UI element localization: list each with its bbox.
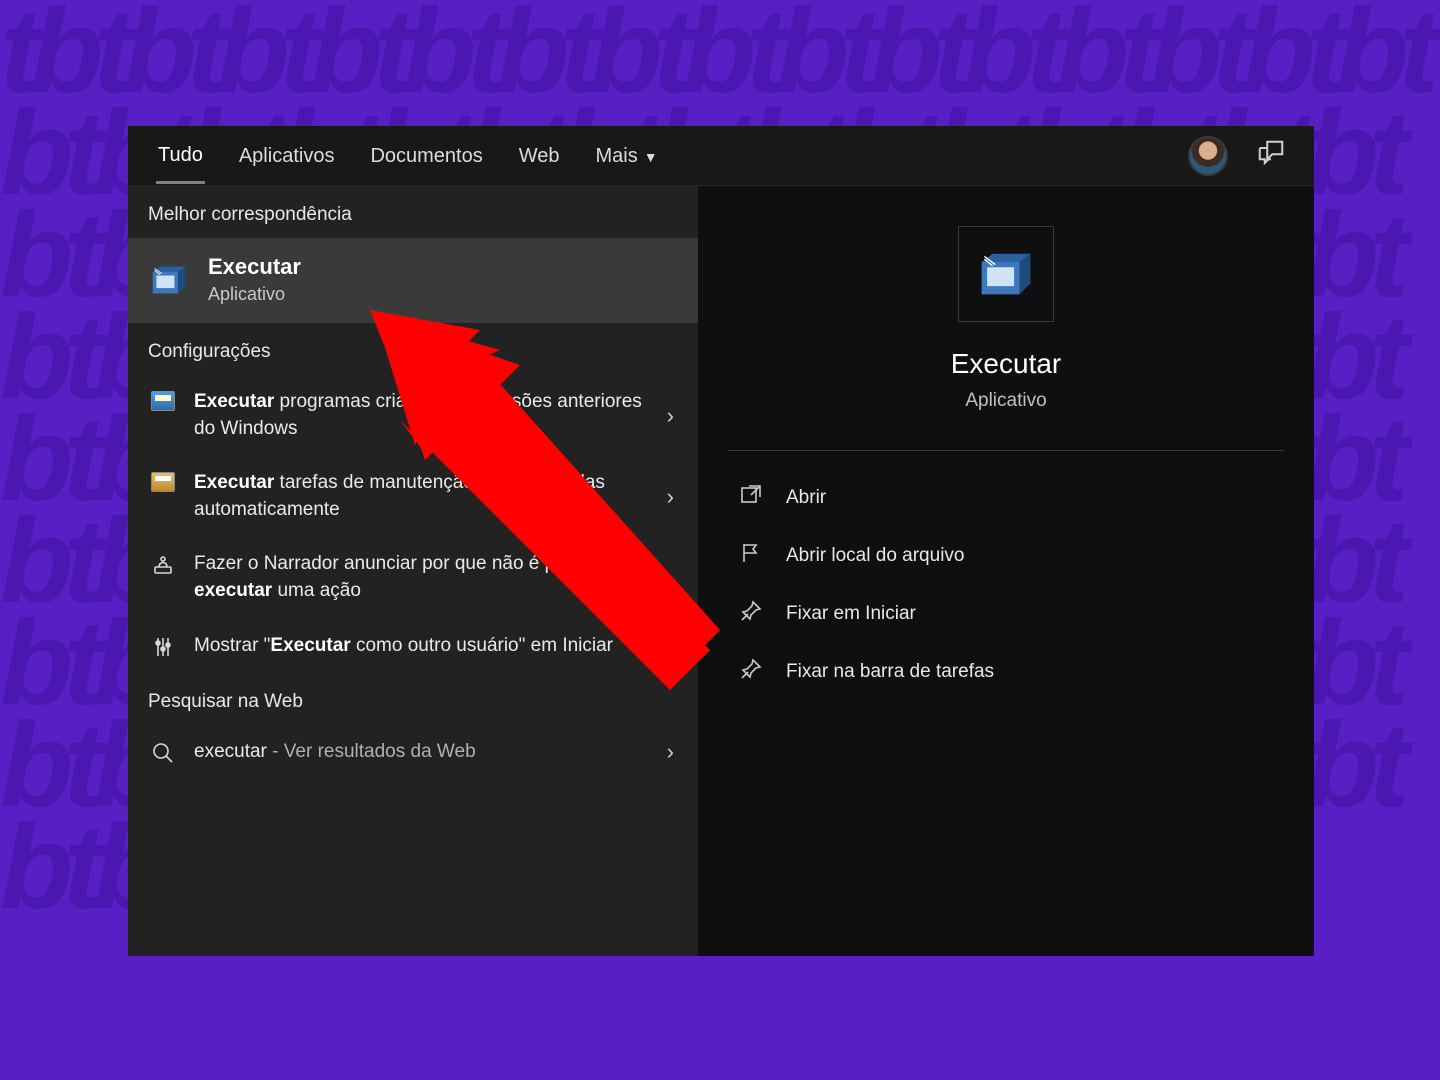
chevron-right-icon[interactable]: › (661, 633, 680, 659)
feedback-icon[interactable] (1256, 138, 1286, 173)
app-subtitle: Aplicativo (965, 390, 1046, 412)
user-avatar[interactable] (1188, 136, 1228, 176)
action-pin-start[interactable]: Fixar em Iniciar (728, 585, 1314, 643)
action-label: Fixar na barra de tarefas (786, 661, 994, 683)
action-label: Abrir (786, 487, 826, 509)
open-icon (738, 483, 764, 513)
chevron-right-icon[interactable]: › (661, 565, 680, 591)
settings-item-narrator[interactable]: Fazer o Narrador anunciar por que não é … (128, 537, 698, 618)
best-match-title: Executar (208, 254, 301, 280)
search-icon (148, 741, 178, 765)
chevron-right-icon[interactable]: › (661, 484, 680, 510)
action-label: Fixar em Iniciar (786, 603, 916, 625)
chevron-right-icon[interactable]: › (661, 739, 680, 765)
run-icon (148, 259, 190, 301)
action-label: Abrir local do arquivo (786, 545, 964, 567)
tab-aplicativos[interactable]: Aplicativos (237, 129, 337, 182)
chevron-right-icon[interactable]: › (661, 403, 680, 429)
narrator-icon (148, 553, 178, 577)
tab-web[interactable]: Web (517, 129, 562, 182)
tab-tudo[interactable]: Tudo (156, 128, 205, 184)
settings-item-label: Mostrar "Executar como outro usuário" em… (194, 633, 645, 660)
best-match-item[interactable]: Executar Aplicativo (128, 238, 698, 323)
app-title: Executar (951, 348, 1062, 380)
settings-item-compat[interactable]: Executar programas criados para versões … (128, 375, 698, 456)
action-pin-taskbar[interactable]: Fixar na barra de tarefas (728, 643, 1314, 701)
filter-tabs: Tudo Aplicativos Documentos Web Mais▼ (128, 126, 1314, 186)
web-search-item[interactable]: executar - Ver resultados da Web › (128, 725, 698, 780)
user-switch-icon (148, 635, 178, 659)
preview-panel: Executar Aplicativo Abrir Abrir local do… (698, 186, 1314, 956)
divider (728, 450, 1284, 451)
best-match-subtitle: Aplicativo (208, 284, 301, 305)
control-panel-icon (151, 391, 175, 411)
action-open[interactable]: Abrir (728, 469, 1314, 527)
maintenance-icon (151, 472, 175, 492)
tab-mais[interactable]: Mais▼ (594, 129, 660, 182)
web-search-label: executar - Ver resultados da Web (194, 739, 645, 766)
best-match-header: Melhor correspondência (128, 186, 698, 238)
action-open-location[interactable]: Abrir local do arquivo (728, 527, 1314, 585)
web-search-header: Pesquisar na Web (128, 673, 698, 725)
pin-icon (738, 657, 764, 687)
results-panel: Melhor correspondência Executar Aplicati… (128, 186, 698, 956)
folder-location-icon (738, 541, 764, 571)
settings-item-label: Executar programas criados para versões … (194, 389, 645, 442)
settings-item-maintenance[interactable]: Executar tarefas de manutenção recomenda… (128, 456, 698, 537)
settings-header: Configurações (128, 323, 698, 375)
settings-item-runas[interactable]: Mostrar "Executar como outro usuário" em… (128, 619, 698, 674)
settings-item-label: Executar tarefas de manutenção recomenda… (194, 470, 645, 523)
chevron-down-icon: ▼ (644, 149, 658, 165)
tab-documentos[interactable]: Documentos (368, 129, 484, 182)
search-window: Tudo Aplicativos Documentos Web Mais▼ Me… (128, 126, 1314, 956)
settings-item-label: Fazer o Narrador anunciar por que não é … (194, 551, 645, 604)
app-icon-box (958, 226, 1054, 322)
pin-icon (738, 599, 764, 629)
